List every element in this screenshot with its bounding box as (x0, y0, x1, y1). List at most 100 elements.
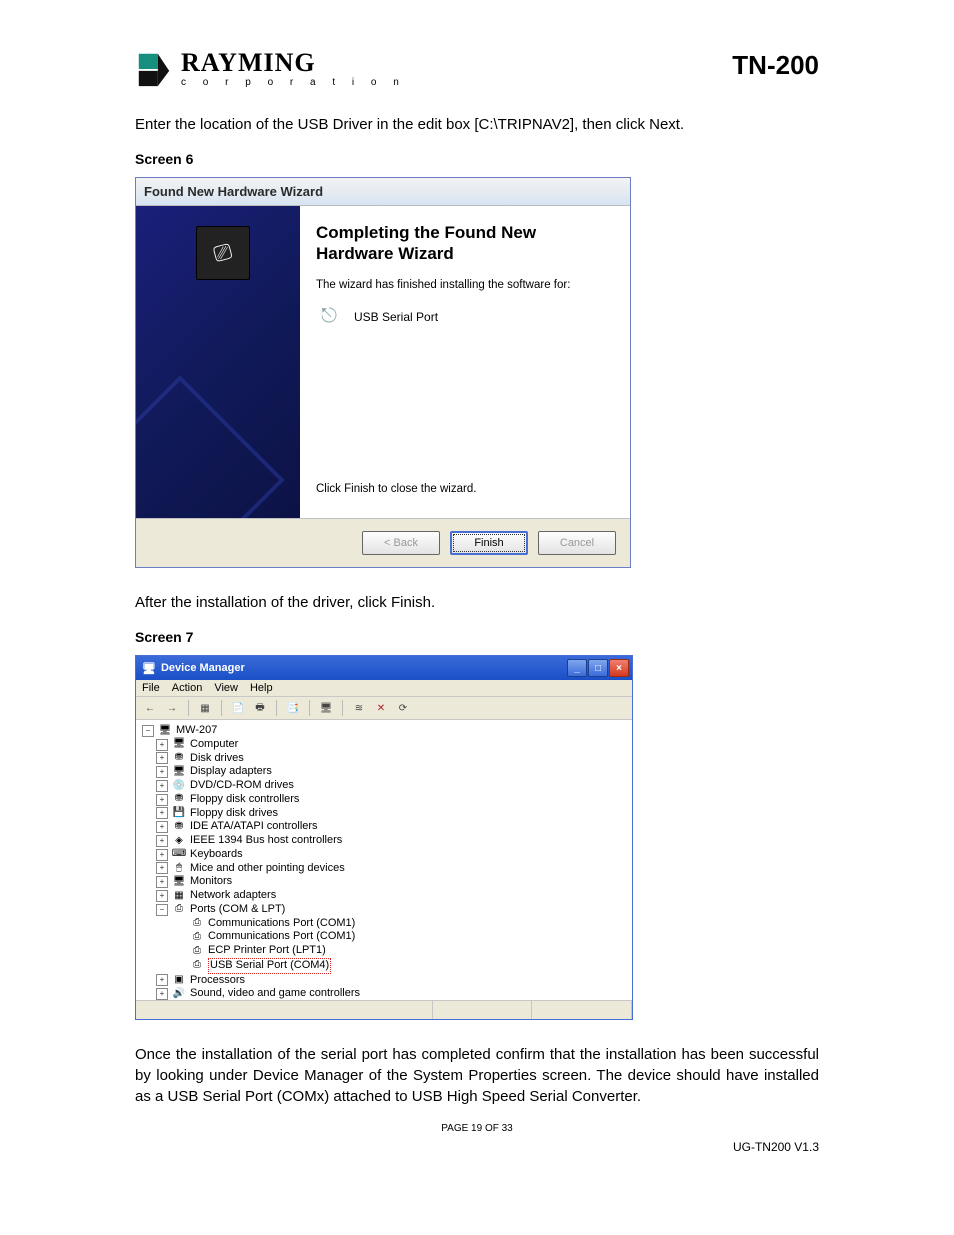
tree-node-label: Floppy disk controllers (190, 793, 299, 807)
expand-icon[interactable]: + (156, 890, 168, 902)
menu-help[interactable]: Help (250, 682, 273, 694)
tb-icon[interactable]: ⟳ (395, 700, 411, 716)
collapse-icon[interactable]: − (142, 725, 154, 737)
nav-fwd-icon[interactable]: → (164, 700, 180, 716)
page: RAYMING c o r p o r a t i o n TN-200 Ent… (0, 0, 954, 1235)
maximize-button[interactable]: □ (588, 659, 608, 677)
expand-icon[interactable]: + (156, 849, 168, 861)
tree-node-label: Floppy disk drives (190, 807, 278, 821)
expand-icon[interactable]: + (156, 752, 168, 764)
tree-node[interactable]: −⎙Ports (COM & LPT) (142, 903, 630, 917)
conclusion-text: Once the installation of the serial port… (135, 1044, 819, 1107)
tree-node[interactable]: +⛃Disk drives (142, 752, 630, 766)
expand-icon[interactable]: + (156, 835, 168, 847)
device-icon: 🖥 (172, 766, 186, 778)
logo-name: RAYMING (181, 50, 406, 76)
tree-node[interactable]: ⎙ECP Printer Port (LPT1) (142, 944, 630, 958)
dm-title-text: Device Manager (161, 662, 245, 674)
tree-node[interactable]: +💿DVD/CD-ROM drives (142, 779, 630, 793)
wizard-button-row: < Back Finish Cancel (136, 518, 630, 567)
tb-icon[interactable]: 🖥 (318, 700, 334, 716)
tree-node-label: Keyboards (190, 848, 243, 862)
device-icon: ⎙ (190, 960, 204, 972)
tree-node-label: Processors (190, 974, 245, 988)
print-icon[interactable]: 🖶 (252, 700, 268, 716)
device-icon: ⌨ (172, 849, 186, 861)
nav-back-icon[interactable]: ← (142, 700, 158, 716)
expand-icon[interactable]: + (156, 974, 168, 986)
dm-statusbar (136, 1000, 632, 1019)
logo-subtitle: c o r p o r a t i o n (181, 78, 406, 88)
properties-icon[interactable]: 📑 (285, 700, 301, 716)
page-header: RAYMING c o r p o r a t i o n TN-200 (135, 50, 819, 88)
tree-node[interactable]: −🖥MW-207 (142, 724, 630, 738)
tree-node[interactable]: + ⛃ IDE ATA/ATAPI controllers (142, 820, 630, 834)
tree-node-label: Network adapters (190, 889, 276, 903)
tree-node[interactable]: +◈IEEE 1394 Bus host controllers (142, 834, 630, 848)
tb-icon[interactable]: 📄 (230, 700, 246, 716)
device-icon: 💿 (172, 780, 186, 792)
tree-node[interactable]: +🖥Monitors (142, 875, 630, 889)
tree-node-label: Communications Port (COM1) (208, 917, 355, 931)
device-icon: ⎙ (172, 904, 186, 916)
device-icon: 🖥 (172, 739, 186, 751)
menu-file[interactable]: File (142, 682, 160, 694)
wizard-close-text: Click Finish to close the wizard. (316, 483, 614, 497)
scan-icon[interactable]: ≋ (351, 700, 367, 716)
screen6-label: Screen 6 (135, 151, 819, 167)
device-icon: 🖥 (172, 876, 186, 888)
menu-view[interactable]: View (214, 682, 238, 694)
device-icon: ⎙ (190, 945, 204, 957)
expand-icon[interactable]: + (156, 780, 168, 792)
expand-icon[interactable]: + (156, 807, 168, 819)
tree-node[interactable]: +▣Processors (142, 974, 630, 988)
dm-titlebar: 🖥 Device Manager _ □ × (136, 656, 632, 680)
device-name: USB Serial Port (354, 310, 438, 324)
expand-icon[interactable]: + (156, 821, 168, 833)
device-manager-window: 🖥 Device Manager _ □ × File Action View … (135, 655, 633, 1020)
tree-node[interactable]: + ▦ Network adapters (142, 889, 630, 903)
device-icon: 🖥 (158, 725, 172, 737)
tree-node[interactable]: +🖥Computer (142, 738, 630, 752)
dm-toolbar: ← → ▦ 📄 🖶 📑 🖥 ≋ ✕ ⟳ (136, 697, 632, 720)
close-button[interactable]: × (609, 659, 629, 677)
back-button[interactable]: < Back (362, 531, 440, 555)
intro-text: Enter the location of the USB Driver in … (135, 114, 819, 135)
device-icon: ⛃ (172, 821, 186, 833)
wizard-side-graphic: ⎚ (136, 206, 300, 518)
device-tree[interactable]: −🖥MW-207+🖥Computer+⛃Disk drives+🖥Display… (136, 720, 632, 1000)
tree-node[interactable]: + ⌨ Keyboards (142, 848, 630, 862)
logo-mark-icon (135, 50, 173, 88)
expand-icon[interactable]: + (156, 739, 168, 751)
device-icon: 💾 (172, 807, 186, 819)
cancel-button[interactable]: Cancel (538, 531, 616, 555)
tree-node[interactable]: + 💾 Floppy disk drives (142, 807, 630, 821)
computer-icon: 🖥 (142, 662, 156, 675)
menu-action[interactable]: Action (172, 682, 203, 694)
wizard-finished-text: The wizard has finished installing the s… (316, 279, 614, 291)
wizard-device-row: ⎋ USB Serial Port (316, 303, 614, 331)
tree-node[interactable]: +🖥Display adapters (142, 765, 630, 779)
tb-icon[interactable]: ▦ (197, 700, 213, 716)
tree-node[interactable]: +🔊Sound, video and game controllers (142, 987, 630, 1000)
tree-node-label: IDE ATA/ATAPI controllers (190, 820, 318, 834)
minimize-button[interactable]: _ (567, 659, 587, 677)
finish-button[interactable]: Finish (450, 531, 528, 555)
device-icon: ◈ (172, 835, 186, 847)
tree-node[interactable]: +🖱Mice and other pointing devices (142, 862, 630, 876)
collapse-icon[interactable]: − (156, 904, 168, 916)
expand-icon[interactable]: + (156, 862, 168, 874)
product-code: TN-200 (732, 50, 819, 81)
expand-icon[interactable]: + (156, 794, 168, 806)
tree-node[interactable]: ⎙Communications Port (COM1) (142, 930, 630, 944)
expand-icon[interactable]: + (156, 988, 168, 1000)
uninstall-icon[interactable]: ✕ (373, 700, 389, 716)
tree-node[interactable]: + ⛃ Floppy disk controllers (142, 793, 630, 807)
expand-icon[interactable]: + (156, 876, 168, 888)
device-icon: ▦ (172, 890, 186, 902)
tree-node[interactable]: ⎙USB Serial Port (COM4) (142, 958, 630, 974)
device-icon: ⛃ (172, 794, 186, 806)
expand-icon[interactable]: + (156, 766, 168, 778)
tree-node[interactable]: ⎙Communications Port (COM1) (142, 917, 630, 931)
tree-node-label: Communications Port (COM1) (208, 930, 355, 944)
